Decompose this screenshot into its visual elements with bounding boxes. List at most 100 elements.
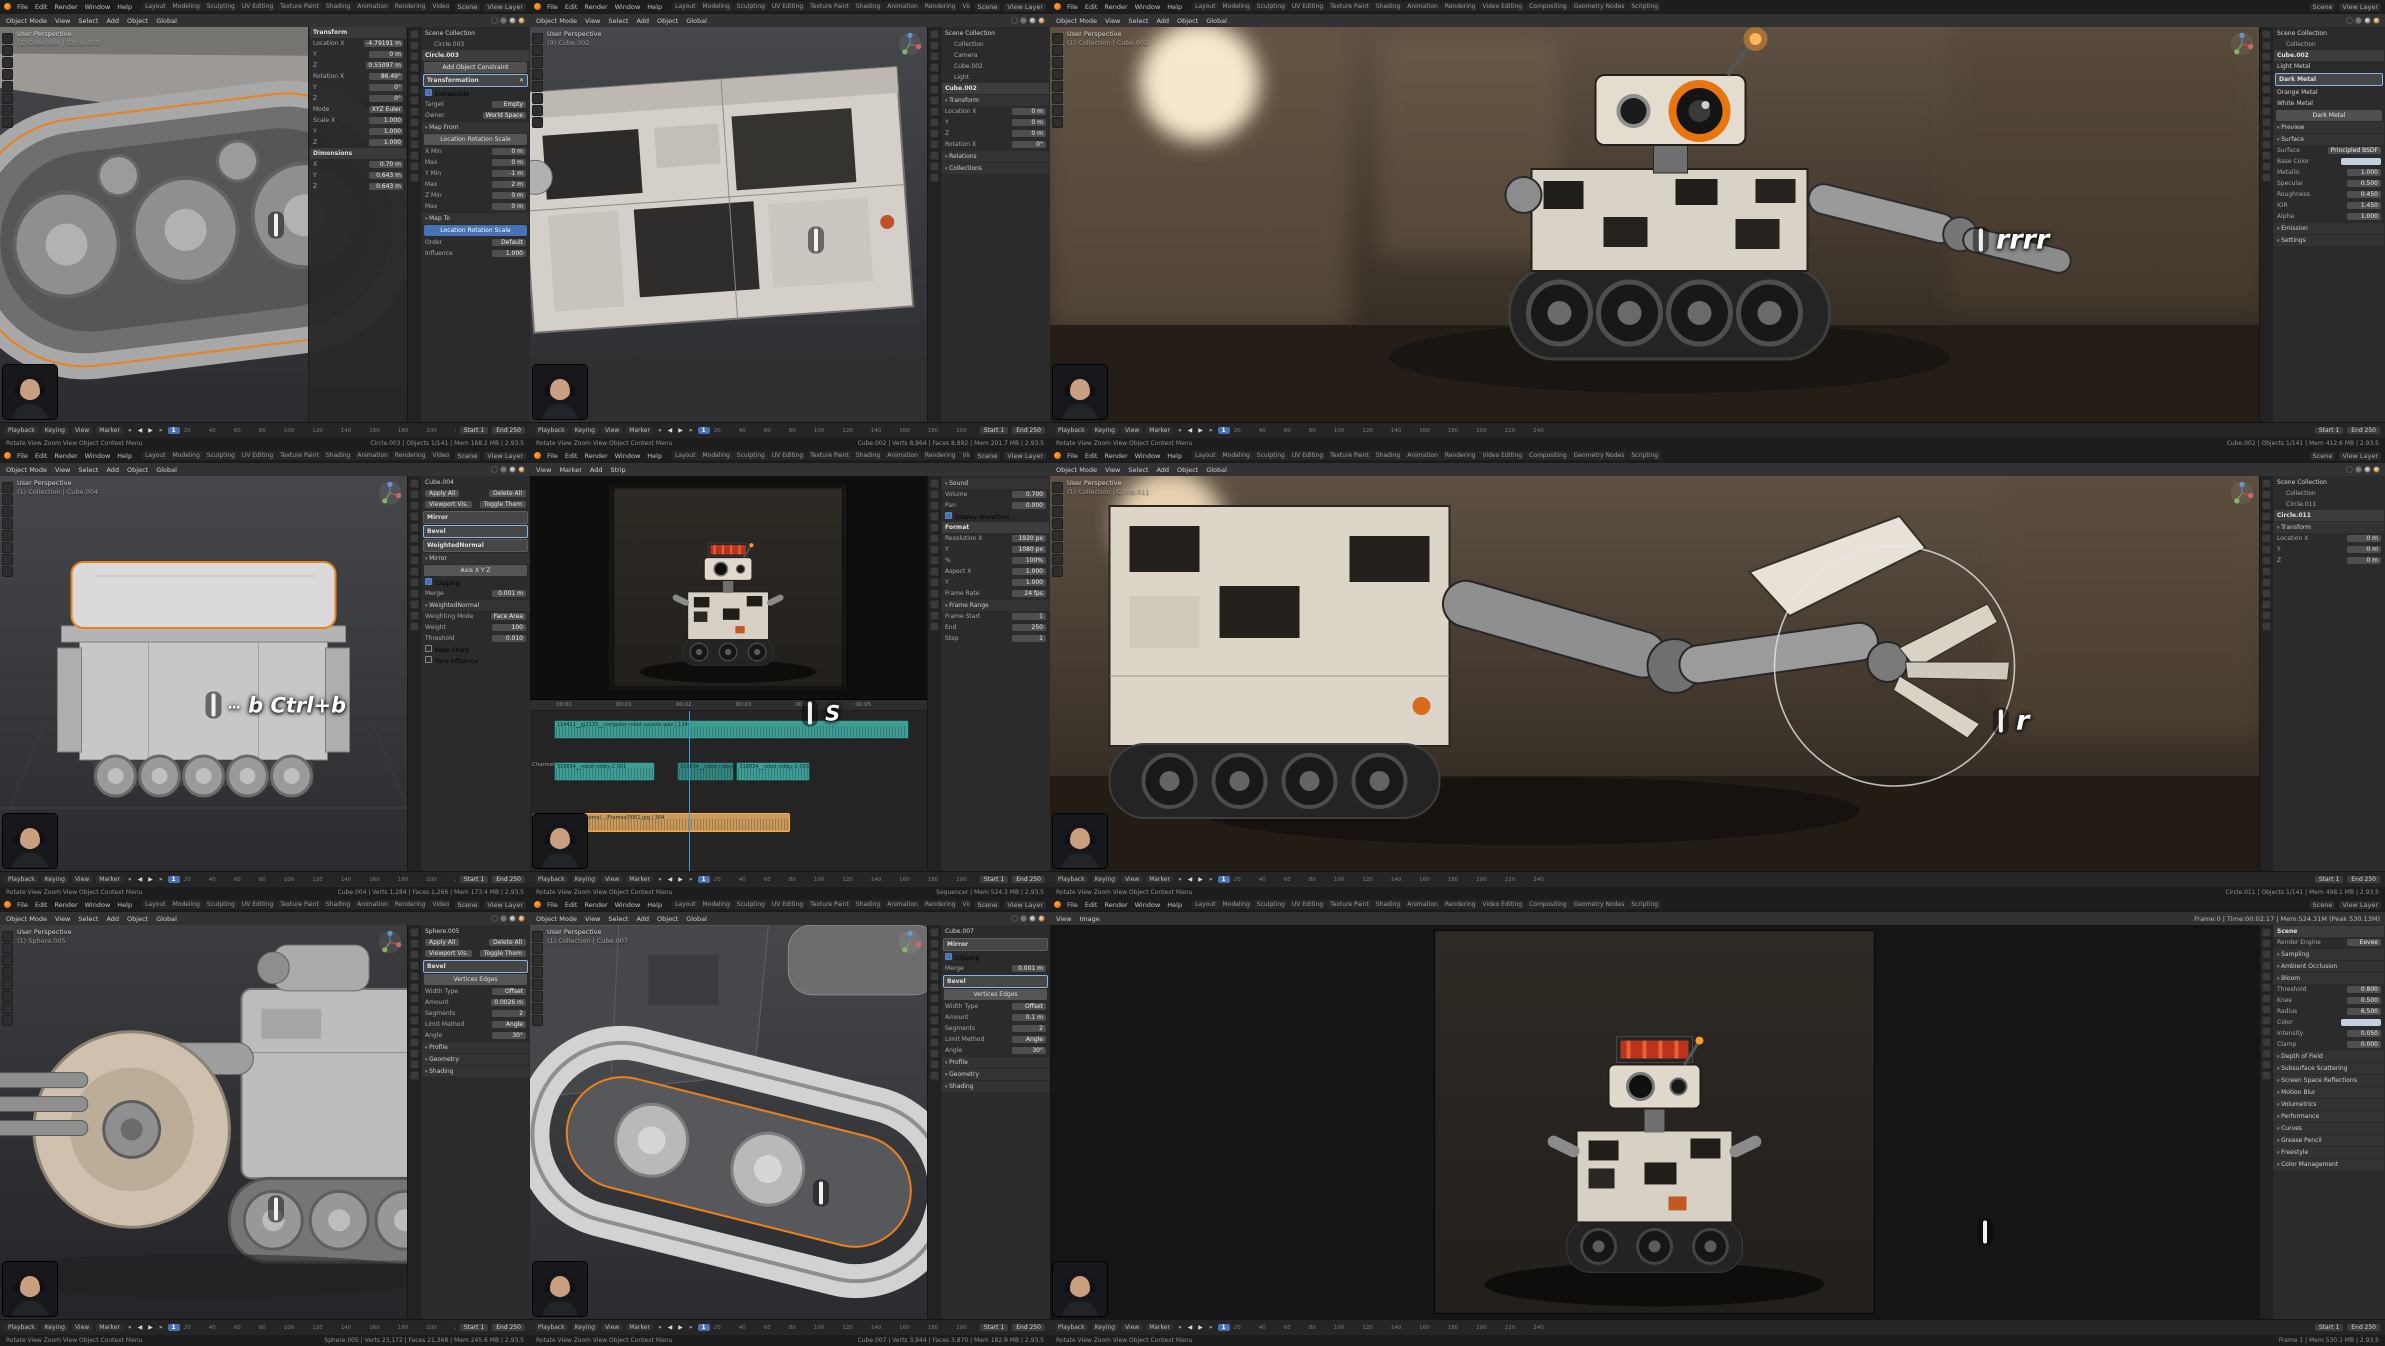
editor-menu-item[interactable]: View: [1104, 466, 1121, 474]
blender-logo-icon[interactable]: [1054, 901, 1061, 908]
scene-selector[interactable]: Scene: [975, 452, 1001, 460]
tool-icon[interactable]: [1052, 518, 1063, 529]
properties-tab-icon[interactable]: [930, 600, 939, 609]
menu-item[interactable]: Edit: [1084, 901, 1099, 909]
tool-icon[interactable]: [2, 93, 13, 104]
property-row[interactable]: Weight 100: [422, 622, 529, 633]
workspace-tab[interactable]: Scripting: [1628, 2, 1661, 11]
transform-field-row[interactable]: Dimensions: [310, 148, 406, 159]
editor-menu-item[interactable]: Object Mode: [1055, 17, 1098, 25]
properties-tab-icon[interactable]: [930, 1027, 939, 1036]
frame-start-field[interactable]: Start 1: [980, 1324, 1008, 1331]
tool-icon[interactable]: [2, 943, 13, 954]
properties-tab-icon[interactable]: [410, 545, 419, 554]
workspace-tab[interactable]: Animation: [354, 900, 391, 909]
properties-tab-icon[interactable]: [2262, 983, 2271, 992]
viewport[interactable]: [1050, 925, 2259, 1319]
property-value[interactable]: 0.000: [2347, 1041, 2381, 1048]
property-value[interactable]: World Space: [483, 112, 526, 119]
property-row[interactable]: Influence 1.000: [422, 248, 529, 259]
tool-icon[interactable]: [2, 57, 13, 68]
tool-icon[interactable]: [2, 530, 13, 541]
property-value[interactable]: 0 m: [2347, 557, 2381, 564]
editor-menu-item[interactable]: Add: [105, 17, 120, 25]
wireframe-shading-icon[interactable]: [1011, 17, 1018, 24]
keying-menu[interactable]: Keying: [42, 1324, 68, 1331]
frame-end-field[interactable]: End 250: [492, 1324, 525, 1331]
properties-tab-icon[interactable]: [2262, 556, 2271, 565]
properties-tab-icon[interactable]: [930, 1060, 939, 1069]
properties-tab-icon[interactable]: [410, 523, 419, 532]
properties-tab-icon[interactable]: [2262, 41, 2271, 50]
frame-end-field[interactable]: End 250: [1012, 876, 1045, 883]
transform-field-row[interactable]: Y 0 m: [310, 49, 406, 60]
workspace-tab[interactable]: Video Editing: [959, 900, 969, 909]
transport-button[interactable]: ▶: [677, 427, 684, 434]
wireframe-shading-icon[interactable]: [491, 17, 498, 24]
property-row[interactable]: Location X 0 m: [942, 106, 1049, 117]
playback-menu[interactable]: Playback: [535, 876, 568, 883]
tool-icon[interactable]: [532, 931, 543, 942]
properties-tab-icon[interactable]: [2262, 928, 2271, 937]
current-frame-field[interactable]: 1: [168, 427, 180, 434]
workspace-tab[interactable]: Scripting: [1628, 900, 1661, 909]
properties-tab-icon[interactable]: [930, 162, 939, 171]
properties-tab-icon[interactable]: [2262, 611, 2271, 620]
property-row[interactable]: Format: [942, 522, 1049, 533]
scene-selector[interactable]: Scene: [455, 452, 481, 460]
properties-tab-icon[interactable]: [410, 1038, 419, 1047]
property-row[interactable]: Step 1: [942, 633, 1049, 644]
property-row[interactable]: Y Min -1 m: [422, 168, 529, 179]
property-row[interactable]: Surface: [2274, 134, 2384, 145]
menu-item[interactable]: Render: [583, 452, 608, 460]
property-value[interactable]: Empty: [492, 101, 526, 108]
transform-field-row[interactable]: Y 1.000: [310, 126, 406, 137]
keying-menu[interactable]: Keying: [572, 1324, 598, 1331]
menu-item[interactable]: Edit: [564, 452, 579, 460]
timeline-ruler[interactable]: 20 40 60 80 100 120 140 160 180: [184, 1325, 456, 1331]
view-layer-selector[interactable]: View Layer: [1004, 3, 1046, 11]
property-row[interactable]: Alpha 1.000: [2274, 211, 2384, 222]
property-value[interactable]: 2 m: [492, 181, 526, 188]
workspace-tab[interactable]: Modeling: [700, 2, 733, 11]
blender-logo-icon[interactable]: [1054, 452, 1061, 459]
transport-button[interactable]: ▶: [147, 876, 154, 883]
properties-tab-icon[interactable]: [930, 928, 939, 937]
workspace-tab[interactable]: Texture Paint: [277, 2, 322, 11]
property-row[interactable]: Screen Space Reflections: [2274, 1075, 2384, 1086]
properties-tab-icon[interactable]: [930, 523, 939, 532]
properties-tab-icon[interactable]: [930, 30, 939, 39]
property-row[interactable]: Keep Sharp: [422, 644, 529, 655]
editor-menu-item[interactable]: Image: [1078, 915, 1100, 923]
transport-button[interactable]: «: [657, 1324, 663, 1331]
menu-item[interactable]: Edit: [34, 3, 49, 11]
properties-tab-icon[interactable]: [930, 983, 939, 992]
viewport[interactable]: User Perspective (9) Cube.002: [530, 27, 927, 422]
shading-mode-icons[interactable]: [491, 915, 525, 922]
rendered-shading-icon[interactable]: [518, 17, 525, 24]
properties-tab-icon[interactable]: [410, 162, 419, 171]
current-frame-field[interactable]: 1: [698, 1324, 710, 1331]
transport-button[interactable]: ▶: [677, 876, 684, 883]
workspace-tab[interactable]: Shading: [853, 451, 883, 460]
properties-tab-icon[interactable]: [930, 41, 939, 50]
workspace-tab[interactable]: Sculpting: [1254, 451, 1288, 460]
properties-tab-icon[interactable]: [410, 501, 419, 510]
editor-menu-item[interactable]: View: [54, 17, 71, 25]
timeline-view-menu[interactable]: View: [72, 876, 92, 883]
solid-shading-icon[interactable]: [1020, 915, 1027, 922]
timeline-view-menu[interactable]: View: [602, 1324, 622, 1331]
transport-button[interactable]: ◀: [1187, 1324, 1194, 1331]
properties-tab-icon[interactable]: [930, 578, 939, 587]
menu-item[interactable]: Help: [1166, 3, 1183, 11]
timeline-view-menu[interactable]: View: [1122, 1324, 1142, 1331]
tool-icon[interactable]: [532, 93, 543, 104]
editor-menu-item[interactable]: Add: [1155, 17, 1170, 25]
workspace-tab[interactable]: Modeling: [170, 451, 203, 460]
view-layer-selector[interactable]: View Layer: [1004, 452, 1046, 460]
properties-tab-icon[interactable]: [930, 490, 939, 499]
properties-tab-icon[interactable]: [2262, 85, 2271, 94]
workspace-tab[interactable]: Texture Paint: [807, 900, 852, 909]
property-row[interactable]: Cube.002: [2274, 50, 2384, 61]
field-value[interactable]: 0.55097 m: [366, 62, 403, 69]
